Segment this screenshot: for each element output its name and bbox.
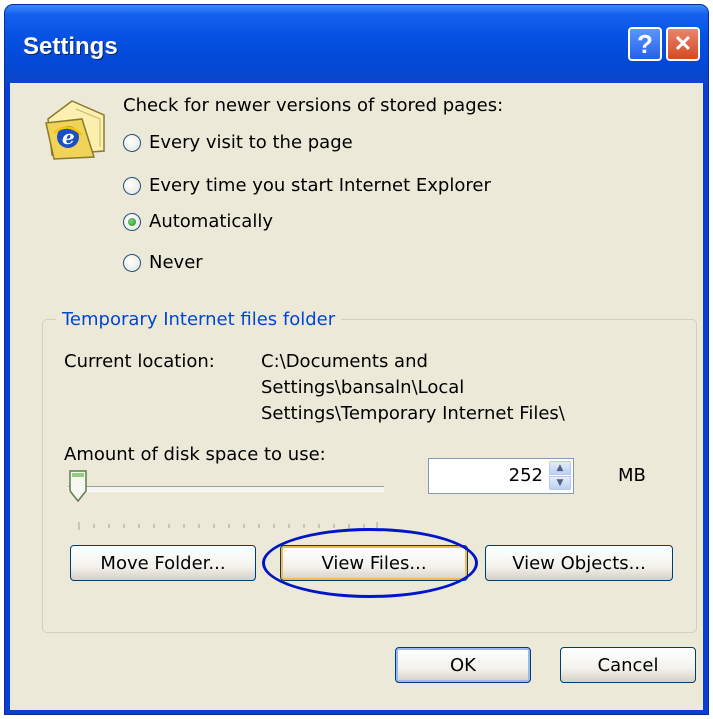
disk-space-spinner[interactable]: 252 ▲ ▼ (428, 458, 574, 494)
location-line: Settings\Temporary Internet Files\ (261, 403, 565, 424)
temp-files-group-title: Temporary Internet files folder (56, 309, 342, 330)
move-folder-button[interactable]: Move Folder... (70, 545, 256, 581)
dialog-body: e Check for newer versions of stored pag… (10, 83, 703, 710)
radio-every-start[interactable]: Every time you start Internet Explorer (123, 175, 491, 196)
radio-every-visit[interactable]: Every visit to the page (123, 132, 353, 153)
view-files-button[interactable]: View Files... (280, 545, 468, 581)
location-line: C:\Documents and (261, 351, 428, 372)
cancel-button[interactable]: Cancel (560, 647, 696, 683)
radio-label: Every time you start Internet Explorer (149, 175, 491, 196)
radio-label: Never (149, 252, 203, 273)
disk-space-label: Amount of disk space to use: (64, 444, 326, 465)
spin-up-icon[interactable]: ▲ (549, 461, 571, 475)
settings-window: Settings ? ✕ e Check for newer versions … (4, 4, 709, 715)
close-button[interactable]: ✕ (666, 27, 700, 61)
radio-label: Every visit to the page (149, 132, 353, 153)
disk-space-unit: MB (618, 465, 646, 486)
disk-space-input[interactable]: 252 (509, 465, 543, 486)
radio-label: Automatically (149, 211, 273, 232)
radio-button-icon[interactable] (123, 176, 141, 195)
current-location-value: C:\Documents and Settings\bansaln\Local … (261, 349, 565, 427)
radio-automatically[interactable]: Automatically (123, 211, 273, 232)
current-location-label: Current location: (64, 351, 215, 372)
radio-button-icon[interactable] (123, 133, 141, 152)
help-icon: ? (637, 28, 653, 59)
window-title: Settings (23, 33, 118, 60)
close-icon: ✕ (673, 31, 693, 56)
check-newer-label: Check for newer versions of stored pages… (123, 95, 504, 116)
radio-button-icon[interactable] (123, 212, 141, 231)
ok-button[interactable]: OK (395, 647, 531, 683)
view-objects-button[interactable]: View Objects... (485, 545, 673, 581)
radio-never[interactable]: Never (123, 252, 203, 273)
ie-folder-icon: e (45, 100, 105, 160)
help-button[interactable]: ? (628, 27, 662, 61)
disk-space-slider-track[interactable] (68, 486, 384, 492)
spinner-buttons: ▲ ▼ (549, 461, 571, 491)
spin-down-icon[interactable]: ▼ (549, 476, 571, 490)
radio-button-icon[interactable] (123, 253, 141, 272)
slider-thumb-icon[interactable] (68, 469, 88, 503)
title-bar[interactable]: Settings ? ✕ (5, 5, 708, 83)
location-line: Settings\bansaln\Local (261, 377, 465, 398)
slider-ticks (78, 522, 378, 530)
